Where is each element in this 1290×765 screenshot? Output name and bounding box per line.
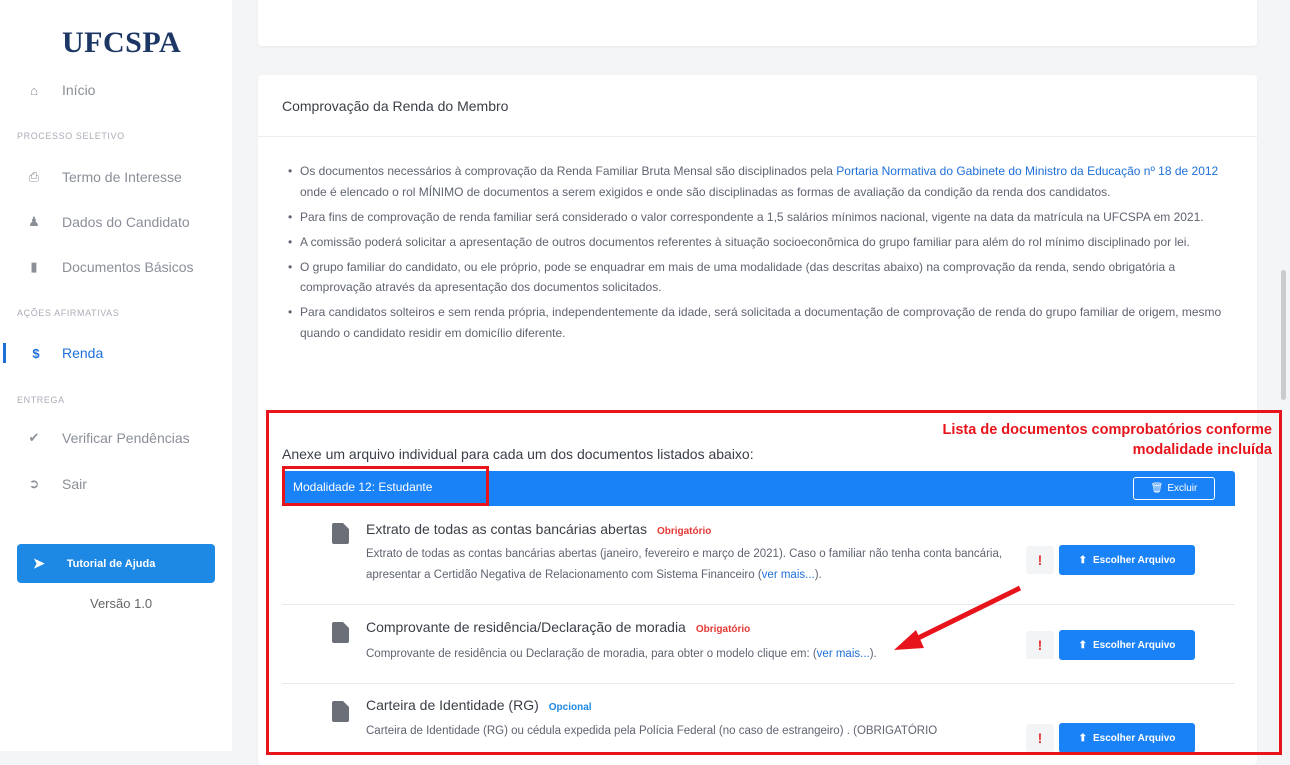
sidebar-item-label: Termo de Interesse (62, 169, 182, 185)
ufcspa-logo: UFCSPA (62, 26, 182, 59)
sidebar-item-renda[interactable]: $ Renda (0, 340, 232, 366)
sidebar-item-dados[interactable]: ♟ Dados do Candidato (0, 209, 232, 235)
scrollbar[interactable] (1281, 270, 1286, 400)
list-item: Para candidatos solteiros e sem renda pr… (288, 302, 1243, 343)
section-processo-seletivo: PROCESSO SELETIVO (17, 131, 125, 141)
list-item: A comissão poderá solicitar a apresentaç… (288, 232, 1243, 253)
sidebar-item-verificar[interactable]: ✔ Verificar Pendências (0, 425, 232, 451)
card-title: Comprovação da Renda do Membro (282, 98, 509, 114)
tutorial-button[interactable]: ➤ Tutorial de Ajuda (17, 544, 215, 583)
sidebar-item-sair[interactable]: ➲ Sair (0, 471, 232, 497)
sidebar-item-label: Início (62, 82, 96, 98)
print-icon: ⎙ (28, 169, 40, 184)
annotation-box (266, 410, 1282, 755)
section-entrega: ENTREGA (17, 395, 65, 405)
version-label: Versão 1.0 (90, 596, 153, 611)
annotation-arrow (894, 585, 1022, 650)
dollar-icon: $ (32, 345, 40, 361)
file-icon: ▮ (30, 259, 38, 274)
sidebar-item-documentos[interactable]: ▮ Documentos Básicos (0, 254, 232, 280)
rocket-icon: ➤ (33, 555, 45, 571)
sidebar-item-inicio[interactable]: ⌂ Início (0, 77, 232, 103)
sidebar: UFCSPA ⌂ Início PROCESSO SELETIVO ⎙ Term… (0, 0, 232, 751)
annotation-box-modalidade (282, 466, 489, 506)
sidebar-item-termo[interactable]: ⎙ Termo de Interesse (0, 164, 232, 190)
tutorial-label: Tutorial de Ajuda (66, 557, 156, 570)
sidebar-item-label: Verificar Pendências (62, 430, 190, 446)
previous-card (258, 0, 1257, 46)
list-item: Os documentos necessários à comprovação … (288, 161, 1243, 202)
instructions-list: Os documentos necessários à comprovação … (288, 161, 1243, 348)
home-icon: ⌂ (30, 82, 38, 98)
annotation-text: Lista de documentos comprobatórios confo… (942, 422, 1272, 458)
sidebar-item-label: Renda (62, 345, 104, 361)
portaria-link[interactable]: Portaria Normativa do Gabinete do Minist… (836, 164, 1218, 178)
sidebar-item-label: Documentos Básicos (62, 259, 194, 275)
section-acoes-afirmativas: AÇÕES AFIRMATIVAS (17, 308, 120, 318)
list-item: Para fins de comprovação de renda famili… (288, 207, 1243, 228)
sign-out-icon: ➲ (28, 476, 40, 491)
divider (258, 136, 1257, 137)
list-item: O grupo familiar do candidato, ou ele pr… (288, 257, 1243, 298)
sidebar-item-label: Sair (62, 476, 87, 492)
sidebar-item-label: Dados do Candidato (62, 214, 190, 230)
check-icon: ✔ (28, 430, 40, 445)
user-icon: ♟ (28, 214, 40, 229)
